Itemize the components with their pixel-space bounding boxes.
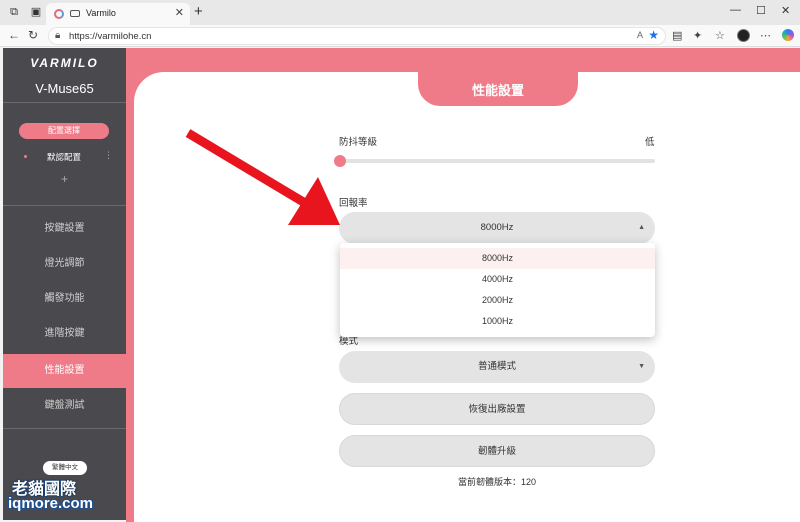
media-icon	[70, 10, 80, 17]
annotation-arrow-icon	[185, 129, 340, 225]
config-item-label: 默認配置	[47, 152, 82, 162]
add-config-button[interactable]: +	[3, 172, 126, 186]
sidebar: VARMILO V-Muse65 配置選擇 默認配置 ⋮ + 按鍵設置 燈光調節…	[3, 48, 126, 520]
browser-tab[interactable]: Varmilo ✕	[46, 3, 190, 25]
debounce-value: 低	[645, 137, 655, 148]
menu-dots-icon[interactable]: ⋯	[760, 29, 771, 42]
sidebar-item-lighting[interactable]: 燈光調節	[3, 249, 126, 279]
maximize-icon[interactable]: ☐	[756, 4, 766, 17]
copilot-icon[interactable]	[782, 29, 794, 41]
factory-reset-button[interactable]: 恢復出廠設置	[339, 393, 655, 425]
workspaces-icon[interactable]: ⧉	[8, 6, 20, 18]
sidebar-item-performance[interactable]: 性能設置	[3, 354, 126, 388]
varmilo-favicon-icon	[54, 9, 64, 19]
dropdown-option-4000[interactable]: 4000Hz	[340, 269, 655, 290]
varmilo-logo: VARMILO	[30, 56, 99, 70]
back-icon[interactable]: ←	[8, 28, 20, 42]
profile-avatar[interactable]	[737, 29, 750, 42]
refresh-icon[interactable]: ↻	[28, 28, 38, 42]
debounce-slider-track[interactable]	[339, 159, 655, 163]
polling-rate-select[interactable]: 8000Hz ▲	[339, 212, 655, 244]
sidebar-item-advanced-keys[interactable]: 進階按鍵	[3, 319, 126, 349]
lock-icon[interactable]: 🔒︎	[55, 30, 60, 41]
extensions-icon[interactable]: ✦	[693, 29, 702, 42]
polling-rate-dropdown: 8000Hz 4000Hz 2000Hz 1000Hz	[340, 243, 655, 337]
caret-down-icon: ▼	[638, 363, 645, 370]
firmware-upgrade-button[interactable]: 韌體升級	[339, 435, 655, 467]
tab-title: Varmilo	[86, 8, 116, 18]
window-close-icon[interactable]: ✕	[781, 4, 790, 17]
page-title: 性能設置	[418, 72, 578, 106]
collections-icon[interactable]: ▤	[672, 29, 682, 42]
caret-up-icon: ▲	[638, 224, 645, 231]
polling-rate-value: 8000Hz	[480, 222, 514, 233]
firmware-version: 當前韌體版本：120	[457, 477, 537, 487]
sidebar-item-key-settings[interactable]: 按鍵設置	[3, 214, 126, 244]
browser-tab-bar: ⧉ ▣ Varmilo ✕ + — ☐ ✕	[0, 0, 800, 25]
tab-actions-icon[interactable]: ▣	[30, 6, 42, 18]
dropdown-option-1000[interactable]: 1000Hz	[340, 311, 655, 332]
sidebar-item-trigger[interactable]: 觸發功能	[3, 284, 126, 314]
mode-select[interactable]: 普通模式 ▼	[339, 351, 655, 383]
favorite-star-icon[interactable]: ★	[648, 28, 659, 42]
keyboard-model: V-Muse65	[35, 81, 94, 96]
tab-close-icon[interactable]: ✕	[175, 6, 184, 19]
url-text[interactable]: https://varmilohe.cn	[69, 31, 151, 42]
config-select-button[interactable]: 配置選擇	[19, 123, 109, 139]
minimize-icon[interactable]: —	[730, 4, 741, 16]
read-aloud-icon[interactable]: A	[637, 30, 643, 40]
sidebar-item-keyboard-test[interactable]: 鍵盤測試	[3, 391, 126, 421]
active-dot-icon	[24, 155, 27, 158]
dropdown-option-2000[interactable]: 2000Hz	[340, 290, 655, 311]
address-bar[interactable]: 🔒︎ https://varmilohe.cn A ★	[48, 27, 666, 45]
divider	[3, 205, 126, 206]
divider	[3, 102, 126, 103]
watermark-line-2: iqmore.com	[8, 495, 94, 512]
new-tab-button[interactable]: +	[194, 3, 203, 20]
mode-value: 普通模式	[477, 361, 516, 372]
config-item-default[interactable]: 默認配置 ⋮	[3, 150, 126, 164]
language-switch[interactable]: 繁體中文	[43, 461, 87, 475]
address-toolbar: ← ↻ 🔒︎ https://varmilohe.cn A ★ ▤ ✦ ☆ ⋯	[0, 25, 800, 47]
divider	[3, 428, 126, 429]
favorites-icon[interactable]: ☆	[715, 29, 725, 42]
more-options-icon[interactable]: ⋮	[104, 150, 113, 161]
dropdown-option-8000[interactable]: 8000Hz	[340, 248, 655, 269]
